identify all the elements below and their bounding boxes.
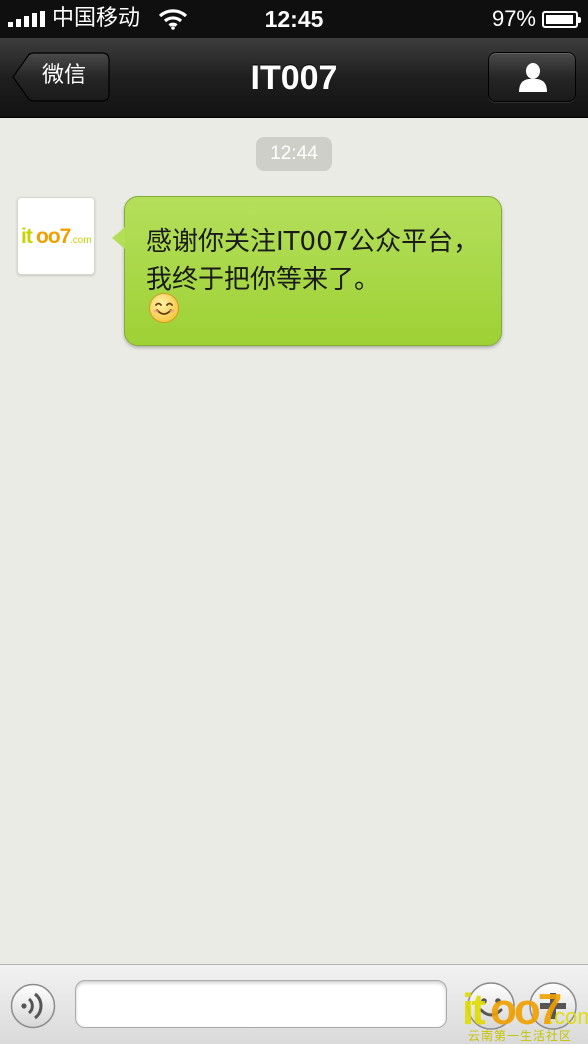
message-timestamp: 12:44: [256, 137, 332, 171]
it007-logo: it oo7 .com: [21, 225, 92, 248]
svg-text:.com: .com: [548, 1004, 588, 1029]
voice-icon: [10, 983, 56, 1029]
message-input[interactable]: [75, 980, 447, 1028]
sender-avatar[interactable]: it oo7 .com: [17, 197, 95, 275]
chat-area[interactable]: 12:44 it oo7 .com 感谢你关注IT007公众平台，我终于把你等来…: [0, 119, 588, 964]
svg-text:it: it: [21, 225, 33, 248]
battery-icon: [542, 11, 581, 28]
bubble-tail: [112, 227, 125, 249]
svg-text:.com: .com: [70, 235, 92, 246]
smile-emoji-icon: [149, 293, 179, 323]
battery-percent: 97%: [491, 6, 536, 31]
message-text: 感谢你关注IT007公众平台，我终于把你等来了。: [146, 227, 480, 295]
profile-button[interactable]: [488, 52, 576, 102]
watermark-caption: 云南第一生活社区: [468, 1029, 573, 1043]
person-icon: [519, 63, 547, 92]
battery-level-fill: [546, 15, 573, 24]
svg-text:it: it: [462, 985, 486, 1034]
svg-text:oo7: oo7: [36, 225, 71, 248]
voice-button[interactable]: [10, 983, 56, 1029]
message-bubble[interactable]: 感谢你关注IT007公众平台，我终于把你等来了。: [112, 196, 502, 346]
nav-bar: 微信 IT007: [0, 38, 588, 118]
status-bar: 中国移动 12:45 97%: [0, 0, 588, 38]
